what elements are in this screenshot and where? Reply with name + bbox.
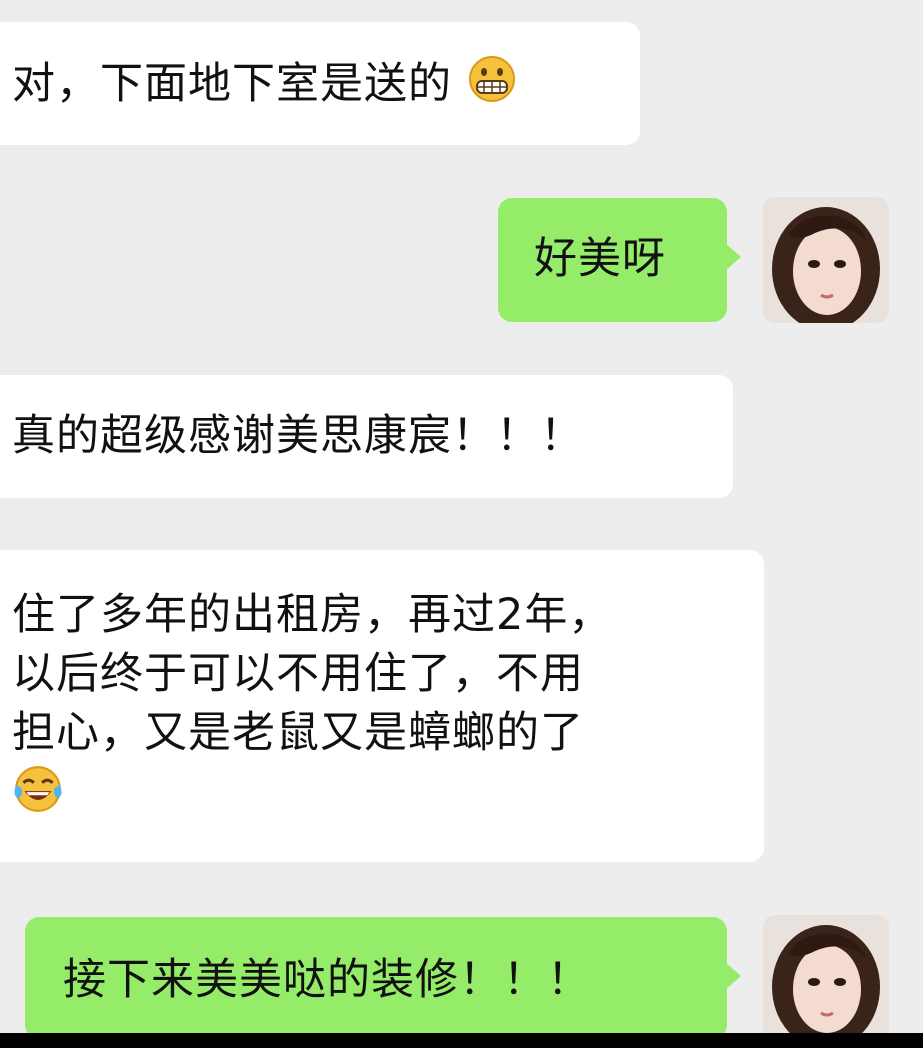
bottom-edge bbox=[0, 1033, 923, 1048]
outgoing-message-bubble[interactable]: 好美呀 bbox=[498, 198, 741, 322]
incoming-message-bubble[interactable]: 对，下面地下室是送的 bbox=[0, 22, 640, 145]
grimace-emoji bbox=[468, 56, 515, 102]
user-avatar[interactable] bbox=[763, 915, 889, 1033]
message-text: 接下来美美哒的装修！！！ bbox=[63, 955, 591, 1005]
avatar-image bbox=[763, 197, 889, 323]
incoming-message-bubble[interactable]: 住了多年的出租房，再过2年， 以后终于可以不用住了，不用 担心，又是老鼠又是蟑螂… bbox=[0, 550, 764, 862]
message-line: 以后终于可以不用住了，不用 bbox=[12, 649, 584, 699]
message-text: 真的超级感谢美思康宸！！！ bbox=[12, 411, 584, 461]
message-line: 担心，又是老鼠又是蟑螂的了 bbox=[12, 708, 584, 758]
message-text: 对，下面地下室是送的 bbox=[12, 59, 452, 109]
tears-of-joy-emoji bbox=[14, 766, 62, 812]
user-avatar[interactable] bbox=[763, 197, 889, 323]
incoming-message-bubble[interactable]: 真的超级感谢美思康宸！！！ bbox=[0, 375, 733, 498]
message-text: 好美呀 bbox=[534, 234, 666, 284]
outgoing-message-bubble[interactable]: 接下来美美哒的装修！！！ bbox=[25, 917, 741, 1033]
message-line: 住了多年的出租房，再过2年， bbox=[12, 590, 613, 640]
chat-history[interactable]: 对，下面地下室是送的 好美呀 真的超级感谢美思康宸！！！ 住了多年的出租房，再过… bbox=[0, 0, 923, 1033]
avatar-image bbox=[763, 915, 889, 1033]
